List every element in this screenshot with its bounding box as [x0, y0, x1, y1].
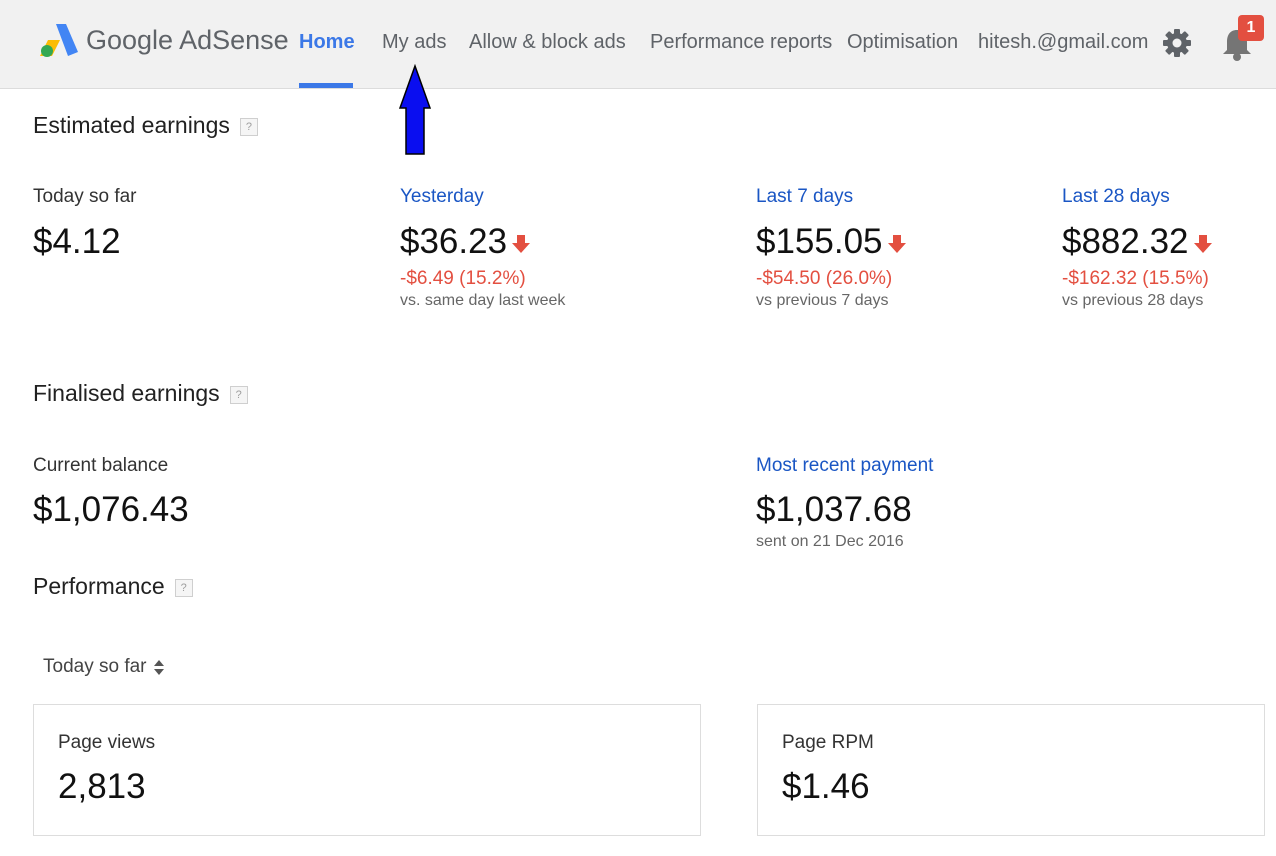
annotation-up-arrow: [398, 64, 432, 155]
down-arrow-icon: [1193, 234, 1212, 253]
account-email[interactable]: hitesh.@gmail.com: [978, 31, 1148, 54]
page-views-value: 2,813: [58, 767, 146, 806]
notification-count-badge[interactable]: 1: [1238, 15, 1264, 41]
page-rpm-card: Page RPM $1.46: [757, 704, 1265, 836]
last-7-days-link[interactable]: Last 7 days: [756, 186, 853, 208]
page-views-card: Page views 2,813: [33, 704, 701, 836]
estimated-earnings-title: Estimated earnings: [33, 112, 230, 138]
gear-icon[interactable]: [1162, 28, 1192, 58]
nav-tab-allow-block-ads[interactable]: Allow & block ads: [469, 31, 626, 54]
most-recent-payment-value: $1,037.68: [756, 490, 912, 529]
last-28-days-value-row: $882.32: [1062, 222, 1213, 262]
most-recent-payment-link[interactable]: Most recent payment: [756, 455, 933, 477]
current-balance-value: $1,076.43: [33, 490, 189, 529]
active-tab-indicator: [299, 83, 353, 88]
last-7-days-change: -$54.50 (26.0%): [756, 268, 893, 289]
last-7-days-value-row: $155.05: [756, 222, 907, 262]
finalised-earnings-title: Finalised earnings: [33, 380, 220, 406]
last-7-days-note: vs previous 7 days: [756, 292, 889, 309]
down-arrow-icon: [512, 234, 531, 253]
nav-tab-home[interactable]: Home: [299, 31, 355, 54]
yesterday-note: vs. same day last week: [400, 292, 566, 309]
page-rpm-value: $1.46: [782, 767, 870, 806]
help-icon[interactable]: ?: [239, 117, 258, 136]
page-rpm-label: Page RPM: [782, 732, 874, 753]
estimated-earnings-heading: Estimated earnings?: [33, 112, 258, 139]
nav-tab-optimisation[interactable]: Optimisation: [847, 31, 958, 54]
down-arrow-icon: [887, 234, 906, 253]
last-7-days-value: $155.05: [756, 222, 883, 261]
today-so-far-value: $4.12: [33, 222, 121, 261]
date-range-value: Today so far: [43, 656, 147, 677]
last-28-days-change: -$162.32 (15.5%): [1062, 268, 1209, 289]
page-views-label: Page views: [58, 732, 156, 753]
last-28-days-value: $882.32: [1062, 222, 1189, 261]
nav-tab-performance-reports[interactable]: Performance reports: [650, 31, 832, 54]
date-range-selector[interactable]: Today so far: [43, 656, 165, 678]
brand-name[interactable]: Google AdSense: [86, 25, 289, 56]
last-28-days-note: vs previous 28 days: [1062, 292, 1204, 309]
nav-tab-my-ads[interactable]: My ads: [382, 31, 446, 54]
help-icon[interactable]: ?: [229, 385, 248, 404]
yesterday-change: -$6.49 (15.2%): [400, 268, 526, 289]
current-balance-label: Current balance: [33, 455, 169, 476]
finalised-earnings-heading: Finalised earnings?: [33, 380, 248, 407]
performance-title: Performance: [33, 573, 165, 599]
yesterday-value: $36.23: [400, 222, 508, 261]
sort-updown-icon: [153, 659, 164, 675]
yesterday-link[interactable]: Yesterday: [400, 186, 484, 208]
today-so-far-label: Today so far: [33, 186, 137, 207]
last-28-days-link[interactable]: Last 28 days: [1062, 186, 1170, 208]
performance-heading: Performance?: [33, 573, 193, 600]
adsense-logo-icon[interactable]: [38, 22, 78, 58]
help-icon[interactable]: ?: [174, 578, 193, 597]
top-navigation-bar: Google AdSense Home My ads Allow & block…: [0, 0, 1276, 89]
payment-date-note: sent on 21 Dec 2016: [756, 533, 904, 550]
yesterday-value-row: $36.23: [400, 222, 531, 262]
